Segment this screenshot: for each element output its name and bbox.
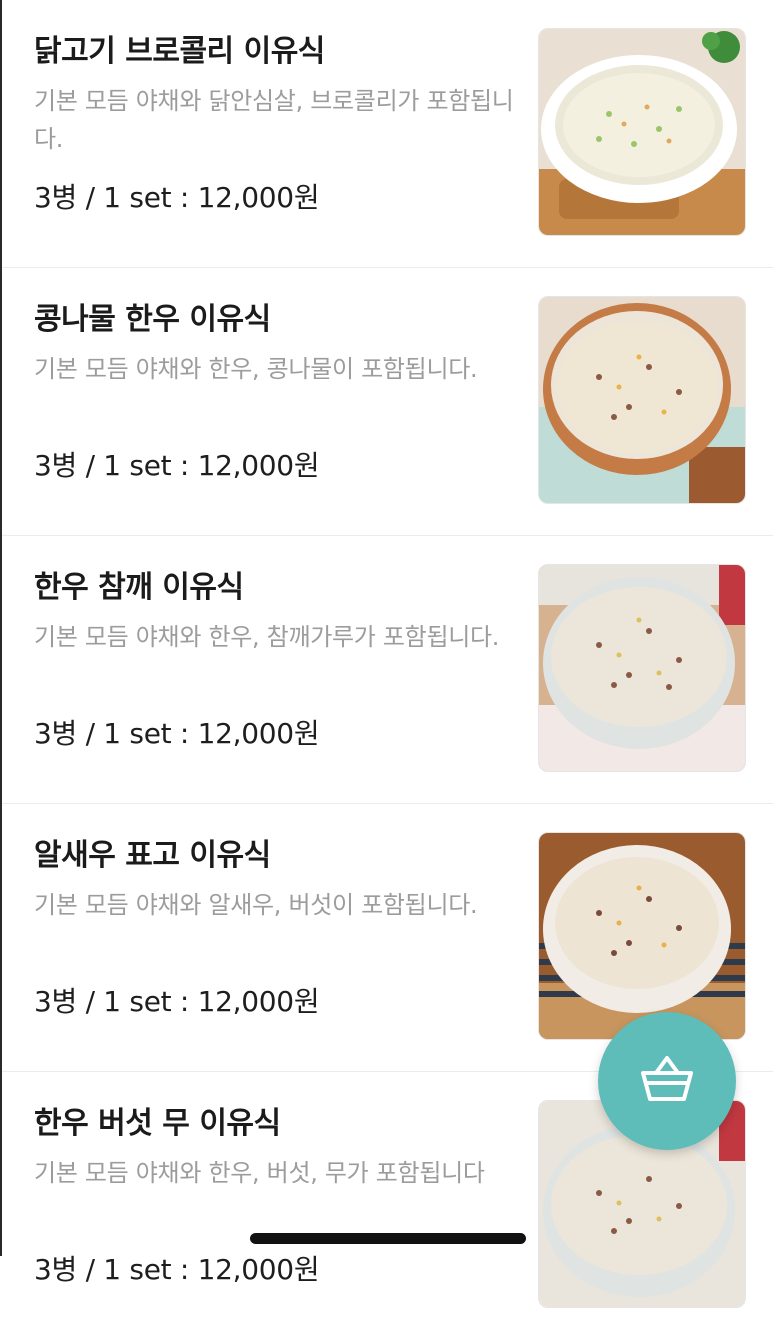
item-price: 3병 / 1 set : 12,000원: [34, 449, 320, 482]
item-price: 3병 / 1 set : 12,000원: [34, 717, 320, 750]
item-name: 한우 버섯 무 이유식: [34, 1106, 281, 1141]
cart-button[interactable]: [598, 1012, 736, 1150]
item-name: 콩나물 한우 이유식: [34, 302, 271, 337]
item-name: 닭고기 브로콜리 이유식: [34, 34, 325, 69]
item-name: 알새우 표고 이유식: [34, 838, 271, 873]
menu-item-chicken-broccoli[interactable]: 닭고기 브로콜리 이유식 기본 모듬 야채와 닭안심살, 브로콜리가 포함됩니다…: [2, 0, 773, 268]
item-price: 3병 / 1 set : 12,000원: [34, 181, 320, 214]
item-name: 한우 참깨 이유식: [34, 570, 244, 605]
item-image: [538, 28, 746, 236]
item-image: [538, 564, 746, 772]
item-price: 3병 / 1 set : 12,000원: [34, 1253, 320, 1286]
item-description: 기본 모듬 야채와 한우, 콩나물이 포함됩니다.: [34, 355, 478, 383]
menu-item-hanwoo-sesame[interactable]: 한우 참깨 이유식 기본 모듬 야채와 한우, 참깨가루가 포함됩니다. 3병 …: [2, 536, 773, 804]
item-price: 3병 / 1 set : 12,000원: [34, 985, 320, 1018]
home-indicator[interactable]: [250, 1233, 526, 1244]
item-description: 기본 모듬 야채와 한우, 버섯, 무가 포함됩니다: [34, 1159, 485, 1187]
item-description: 기본 모듬 야채와 닭안심살, 브로콜리가 포함됩니다.: [34, 87, 514, 153]
item-description: 기본 모듬 야채와 알새우, 버섯이 포함됩니다.: [34, 891, 478, 919]
item-image: [538, 296, 746, 504]
item-image: [538, 832, 746, 1040]
item-description: 기본 모듬 야채와 한우, 참깨가루가 포함됩니다.: [34, 623, 500, 651]
shopping-basket-icon: [638, 1053, 696, 1109]
menu-item-beansprout-hanwoo[interactable]: 콩나물 한우 이유식 기본 모듬 야채와 한우, 콩나물이 포함됩니다. 3병 …: [2, 268, 773, 536]
